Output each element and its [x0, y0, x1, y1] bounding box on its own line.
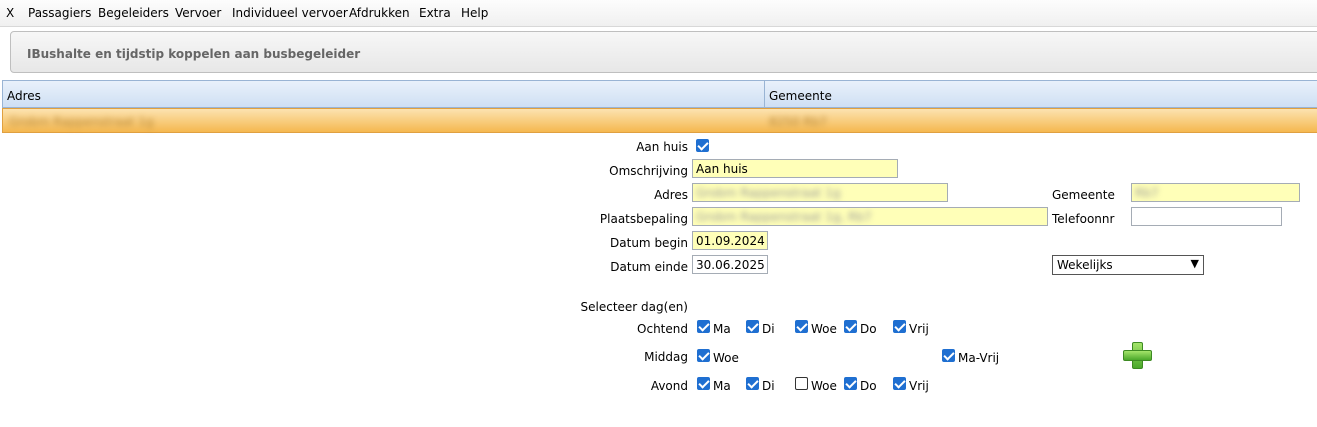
frequentie-select[interactable]: Wekelijks ▼: [1052, 255, 1204, 275]
menu-item-close[interactable]: X: [6, 6, 14, 20]
ochtend-vrij-label: Vrij: [909, 322, 929, 336]
aan-huis-label: Aan huis: [636, 140, 688, 154]
row-gemeente: 8250 Rb7: [769, 115, 827, 129]
menu-item-help[interactable]: Help: [461, 6, 488, 20]
avond-vrij-label: Vrij: [909, 379, 929, 393]
column-divider[interactable]: [764, 81, 765, 107]
ochtend-di-checkbox[interactable]: [746, 320, 759, 333]
omschrijving-input[interactable]: Aan huis: [692, 159, 898, 178]
ochtend-vrij-checkbox[interactable]: [893, 320, 906, 333]
avond-ma-checkbox[interactable]: [697, 377, 710, 390]
address-grid: Adres Gemeente Grobm Rappenstraat 1g 825…: [2, 80, 1317, 133]
avond-woe-label: Woe: [811, 379, 837, 393]
avond-label: Avond: [650, 379, 688, 393]
avond-woe-checkbox[interactable]: [795, 377, 808, 390]
avond-ma-label: Ma: [713, 379, 731, 393]
omschrijving-label: Omschrijving: [609, 164, 688, 178]
datum-begin-label: Datum begin: [610, 236, 688, 250]
adres-input[interactable]: Grobm Rappenstraat 1g: [692, 183, 948, 202]
plaatsbepaling-value: Grobm Rappenstraat 1g, Rb7: [696, 210, 872, 224]
row-adres: Grobm Rappenstraat 1g: [9, 115, 154, 129]
adres-label: Adres: [654, 188, 688, 202]
column-header-adres[interactable]: Adres: [7, 89, 41, 103]
aan-huis-checkbox[interactable]: [696, 139, 709, 152]
frequentie-value: Wekelijks: [1057, 258, 1113, 272]
middag-label: Middag: [644, 350, 688, 364]
avond-do-label: Do: [860, 379, 877, 393]
avond-do-checkbox[interactable]: [844, 377, 857, 390]
ochtend-di-label: Di: [762, 322, 775, 336]
column-header-gemeente[interactable]: Gemeente: [769, 89, 832, 103]
ochtend-do-label: Do: [860, 322, 877, 336]
avond-vrij-checkbox[interactable]: [893, 377, 906, 390]
telefoonnr-label: Telefoonnr: [1052, 212, 1115, 226]
ochtend-label: Ochtend: [637, 322, 688, 336]
menu-item-passagiers[interactable]: Passagiers: [28, 6, 91, 20]
panel-title: IBushalte en tijdstip koppelen aan busbe…: [27, 47, 361, 61]
ochtend-woe-label: Woe: [811, 322, 837, 336]
avond-di-label: Di: [762, 379, 775, 393]
middag-woe-label: Woe: [713, 351, 739, 365]
middag-woe-checkbox[interactable]: [697, 349, 710, 362]
plus-icon[interactable]: [1123, 342, 1152, 369]
plaatsbepaling-input[interactable]: Grobm Rappenstraat 1g, Rb7: [692, 207, 1048, 226]
datum-einde-label: Datum einde: [610, 260, 688, 274]
menu-item-begeleiders[interactable]: Begeleiders: [98, 6, 169, 20]
gemeente-label: Gemeente: [1052, 188, 1115, 202]
datum-einde-input[interactable]: 30.06.2025: [692, 255, 768, 274]
menu-bar: X Passagiers Begeleiders Vervoer Individ…: [0, 0, 1317, 27]
chevron-down-icon: ▼: [1190, 257, 1199, 270]
plaatsbepaling-label: Plaatsbepaling: [599, 212, 688, 226]
title-panel: IBushalte en tijdstip koppelen aan busbe…: [10, 31, 1317, 73]
gemeente-input[interactable]: Rb7: [1131, 183, 1300, 202]
datum-begin-input[interactable]: 01.09.2024: [692, 231, 768, 250]
menu-item-individueel-vervoer[interactable]: Individueel vervoer: [232, 6, 348, 20]
adres-value: Grobm Rappenstraat 1g: [696, 186, 841, 200]
ochtend-do-checkbox[interactable]: [844, 320, 857, 333]
menu-item-extra[interactable]: Extra: [419, 6, 451, 20]
menu-item-vervoer[interactable]: Vervoer: [175, 6, 221, 20]
gemeente-value: Rb7: [1135, 186, 1159, 200]
table-row-selected[interactable]: Grobm Rappenstraat 1g 8250 Rb7: [2, 108, 1317, 133]
ochtend-ma-checkbox[interactable]: [697, 320, 710, 333]
menu-item-afdrukken[interactable]: Afdrukken: [349, 6, 410, 20]
grid-header: Adres Gemeente: [2, 80, 1317, 108]
selecteer-dagen-label: Selecteer dag(en): [580, 300, 688, 314]
middag-ma-vrij-label: Ma-Vrij: [958, 351, 1000, 365]
ochtend-woe-checkbox[interactable]: [795, 320, 808, 333]
ochtend-ma-label: Ma: [713, 322, 731, 336]
avond-di-checkbox[interactable]: [746, 377, 759, 390]
telefoonnr-input[interactable]: [1131, 207, 1282, 226]
middag-ma-vrij-checkbox[interactable]: [942, 349, 955, 362]
